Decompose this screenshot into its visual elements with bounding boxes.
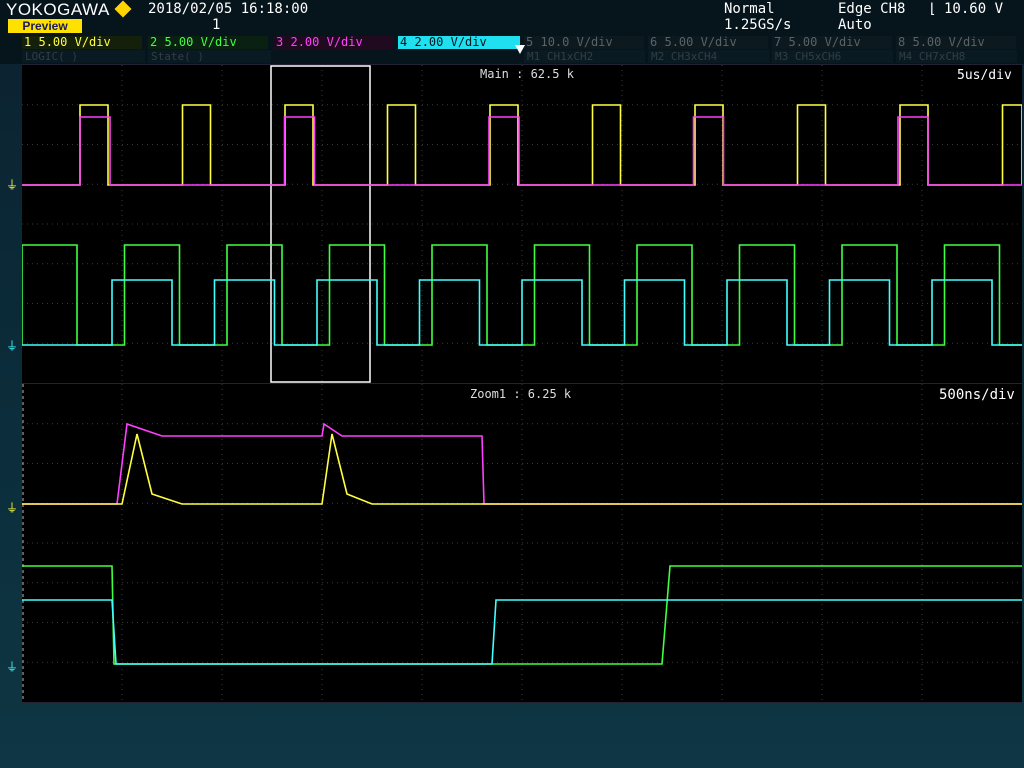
math-2-setting[interactable]: M2 CH3xCH4 (648, 50, 769, 63)
record-number: 1 (212, 17, 221, 33)
zoom-record-label: Zoom1 : 6.25 k (470, 387, 572, 401)
ground-marker-ch1-icon[interactable]: ⏚ (6, 179, 18, 191)
sample-rate: 1.25GS/s (724, 17, 792, 33)
ch4-trace-main (22, 279, 1022, 346)
main-record-label: Main : 62.5 k (480, 67, 574, 81)
trigger-mode[interactable]: Auto (838, 17, 872, 33)
channel-3-scale[interactable]: 3 2.00 V/div (274, 36, 394, 49)
status-header: YOKOGAWA Preview 2018/02/05 16:18:00 1 N… (0, 0, 1024, 64)
trigger-slope-icon: ⌊ (928, 1, 937, 17)
ch3-trace-main (22, 116, 1022, 186)
channel-1-scale[interactable]: 1 5.00 V/div (22, 36, 142, 49)
preview-badge[interactable]: Preview (8, 19, 82, 33)
math-3-setting[interactable]: M3 CH5xCH6 (772, 50, 893, 63)
state-setting[interactable]: State( ) (148, 50, 271, 63)
channel-2-scale[interactable]: 2 5.00 V/div (148, 36, 268, 49)
diamond-icon (114, 0, 132, 18)
mouse-cursor-icon (515, 45, 525, 54)
ground-marker-zoom-ch4-icon[interactable]: ⏚ (6, 661, 18, 673)
zoom-waveform-canvas (22, 384, 1022, 702)
ground-marker-ch4-icon[interactable]: ⏚ (6, 340, 18, 352)
trigger-level[interactable]: 10.60 V (944, 1, 1003, 17)
channel-8-scale[interactable]: 8 5.00 V/div (896, 36, 1016, 49)
channel-5-scale[interactable]: 5 10.0 V/div (524, 36, 644, 49)
datetime: 2018/02/05 16:18:00 (148, 1, 309, 17)
channel-7-scale[interactable]: 7 5.00 V/div (772, 36, 892, 49)
main-timebase[interactable]: 5us/div (957, 68, 1012, 83)
trigger-type[interactable]: Edge CH8 (838, 1, 905, 17)
acquisition-mode[interactable]: Normal (724, 1, 775, 17)
math-1-setting[interactable]: M1 CH1xCH2 (524, 50, 645, 63)
main-waveform-window[interactable]: Main : 62.5 k 5us/div (22, 64, 1022, 384)
zoom-region-box (270, 65, 371, 383)
channel-4-scale[interactable]: 4 2.00 V/div (398, 36, 520, 49)
zoom-waveform-window[interactable]: Zoom1 : 6.25 k 500ns/div (22, 383, 1022, 703)
logic-setting[interactable]: LOGIC( ) (22, 50, 145, 63)
zoom-timebase[interactable]: 500ns/div (939, 387, 1015, 403)
brand-logo: YOKOGAWA (6, 0, 110, 19)
math-4-setting[interactable]: M4 CH7xCH8 (896, 50, 1017, 63)
ground-marker-zoom-ch1-icon[interactable]: ⏚ (6, 502, 18, 514)
channel-6-scale[interactable]: 6 5.00 V/div (648, 36, 768, 49)
main-waveform-canvas (22, 65, 1022, 383)
zoom-grid (22, 384, 1022, 702)
